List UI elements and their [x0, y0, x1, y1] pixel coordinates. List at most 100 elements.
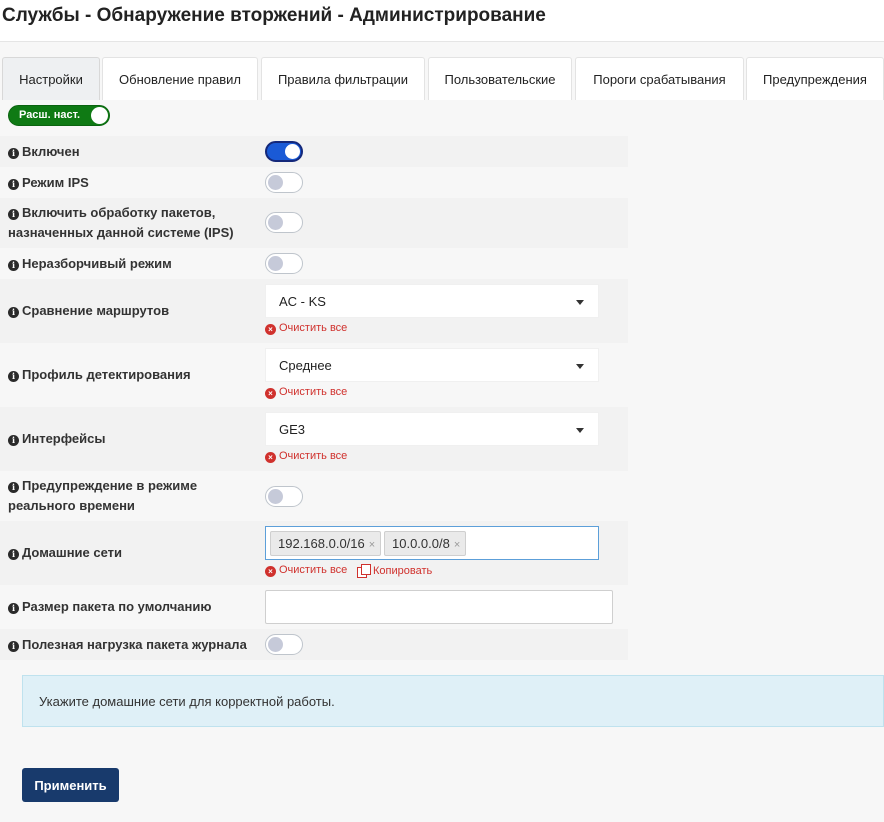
setting-label-text: Сравнение маршрутов	[22, 303, 170, 318]
alert-text: Укажите домашние сети для корректной раб…	[39, 694, 335, 709]
remove-tag-icon[interactable]: ×	[369, 539, 380, 551]
promiscuous-switch[interactable]	[265, 253, 303, 274]
setting-label-text: Полезная нагрузка пакета журнала	[22, 637, 247, 652]
info-icon[interactable]: i	[8, 209, 19, 220]
info-icon[interactable]: i	[8, 435, 19, 446]
tab-settings[interactable]: Настройки	[2, 57, 100, 100]
switch-knob	[268, 215, 283, 230]
setting-row-ips-mode: i Режим IPS	[0, 167, 628, 198]
enabled-switch[interactable]	[265, 141, 303, 162]
setting-label: i Включен	[8, 142, 80, 162]
setting-label-text: Домашние сети	[22, 545, 123, 560]
clear-icon: ×	[265, 324, 276, 335]
advanced-mode-toggle[interactable]: Расш. наст.	[8, 105, 110, 126]
info-icon[interactable]: i	[8, 179, 19, 190]
clear-all-link[interactable]: × Очистить все	[265, 322, 347, 335]
clear-all-link[interactable]: × Очистить все	[265, 450, 347, 463]
tab-label: Пороги срабатывания	[593, 71, 726, 87]
switch-knob	[268, 175, 283, 190]
switch-knob	[285, 144, 300, 159]
setting-row-packet-size: i Размер пакета по умолчанию	[0, 585, 628, 629]
setting-row-log-payload: i Полезная нагрузка пакета журнала	[0, 629, 628, 660]
ips-mode-switch[interactable]	[265, 172, 303, 193]
network-tag: 192.168.0.0/16 ×	[270, 531, 382, 556]
tab-label: Пользовательские	[444, 71, 556, 87]
setting-row-pattern-matcher: i Сравнение маршрутов AC - KS × Очистить в…	[0, 279, 628, 343]
setting-row-interfaces: i Интерфейсы GE3 × Очистить все	[0, 407, 628, 471]
toggle-knob	[91, 107, 108, 124]
ips-own-packets-switch[interactable]	[265, 212, 303, 233]
tab-label: Настройки	[19, 71, 83, 87]
setting-label-text: Профиль детектирования	[22, 367, 191, 382]
setting-label-text: Размер пакета по умолчанию	[22, 599, 212, 614]
clear-all-text: Очистить все	[279, 564, 348, 576]
remove-tag-icon[interactable]: ×	[454, 539, 465, 551]
clear-icon: ×	[265, 452, 276, 463]
switch-knob	[268, 256, 283, 271]
tab-label: Предупреждения	[763, 71, 867, 87]
tab-rule-updates[interactable]: Обновление правил	[102, 57, 258, 100]
main-content: Настройки Обновление правил Правила филь…	[0, 42, 884, 822]
setting-label: i Неразборчивый режим	[8, 254, 172, 274]
info-icon[interactable]: i	[8, 371, 19, 382]
caret-down-icon	[576, 364, 584, 369]
setting-label: i Предупреждение в режиме реального времен…	[8, 476, 197, 516]
copy-text: Копировать	[373, 565, 433, 577]
setting-label: i Профиль детектирования	[8, 365, 191, 385]
setting-label: i Режим IPS	[8, 173, 89, 193]
info-icon[interactable]: i	[8, 549, 19, 560]
pattern-matcher-select[interactable]: AC - KS	[265, 284, 599, 318]
realtime-alert-switch[interactable]	[265, 486, 303, 507]
setting-label: i Полезная нагрузка пакета журнала	[8, 635, 247, 655]
info-icon[interactable]: i	[8, 641, 19, 652]
setting-label-text: Неразборчивый режим	[22, 256, 172, 271]
setting-label-text: Включить обработку пакетов,	[22, 205, 216, 220]
setting-row-ips-own-packets: i Включить обработку пакетов, назначенных …	[0, 198, 628, 248]
clear-icon: ×	[265, 566, 276, 577]
page-title: Службы - Обнаружение вторжений - Админис…	[2, 5, 546, 26]
tab-thresholds[interactable]: Пороги срабатывания	[575, 57, 744, 100]
clear-all-text: Очистить все	[279, 322, 348, 334]
clear-all-link[interactable]: × Очистить все	[265, 564, 347, 577]
setting-row-detect-profile: i Профиль детектирования Среднее × Очистит…	[0, 343, 628, 407]
setting-row-enabled: i Включен	[0, 136, 628, 167]
info-icon[interactable]: i	[8, 307, 19, 318]
select-value: AC - KS	[279, 294, 326, 309]
tab-label: Обновление правил	[119, 71, 241, 87]
tab-alerts[interactable]: Предупреждения	[746, 57, 884, 100]
clear-all-link[interactable]: × Очистить все	[265, 386, 347, 399]
switch-knob	[268, 637, 283, 652]
setting-label: i Размер пакета по умолчанию	[8, 597, 211, 617]
packet-size-input[interactable]	[265, 590, 613, 624]
setting-label-text: Предупреждение в режиме	[22, 478, 198, 493]
log-payload-switch[interactable]	[265, 634, 303, 655]
info-icon[interactable]: i	[8, 603, 19, 614]
info-icon[interactable]: i	[8, 260, 19, 271]
caret-down-icon	[576, 428, 584, 433]
copy-icon	[357, 564, 371, 578]
setting-row-promiscuous: i Неразборчивый режим	[0, 248, 628, 279]
setting-label-text: Интерфейсы	[22, 431, 106, 446]
interfaces-select[interactable]: GE3	[265, 412, 599, 446]
tag-text: 10.0.0.0/8	[392, 536, 450, 551]
apply-button[interactable]: Применить	[22, 768, 119, 802]
tab-bar: Настройки Обновление правил Правила филь…	[0, 57, 884, 100]
setting-label-text: Включен	[22, 144, 80, 159]
tab-user-rules[interactable]: Пользовательские	[428, 57, 572, 100]
clear-all-text: Очистить все	[279, 450, 348, 462]
setting-row-home-networks: i Домашние сети 192.168.0.0/16 × 10.0.0.0/…	[0, 521, 628, 585]
copy-link[interactable]: Копировать	[357, 564, 433, 578]
setting-label-text: назначенных данной системе (IPS)	[8, 225, 234, 240]
advanced-mode-label: Расш. наст.	[19, 109, 81, 121]
info-icon[interactable]: i	[8, 482, 19, 493]
detect-profile-select[interactable]: Среднее	[265, 348, 599, 382]
setting-label-text: Режим IPS	[22, 175, 89, 190]
tab-label: Правила фильтрации	[277, 71, 409, 87]
info-icon[interactable]: i	[8, 148, 19, 159]
tab-filter-rules[interactable]: Правила фильтрации	[261, 57, 425, 100]
network-tag: 10.0.0.0/8 ×	[384, 531, 467, 556]
home-networks-input[interactable]: 192.168.0.0/16 × 10.0.0.0/8 ×	[265, 526, 599, 560]
setting-label-text: реального времени	[8, 498, 135, 513]
tag-text: 192.168.0.0/16	[278, 536, 365, 551]
clear-all-text: Очистить все	[279, 386, 348, 398]
